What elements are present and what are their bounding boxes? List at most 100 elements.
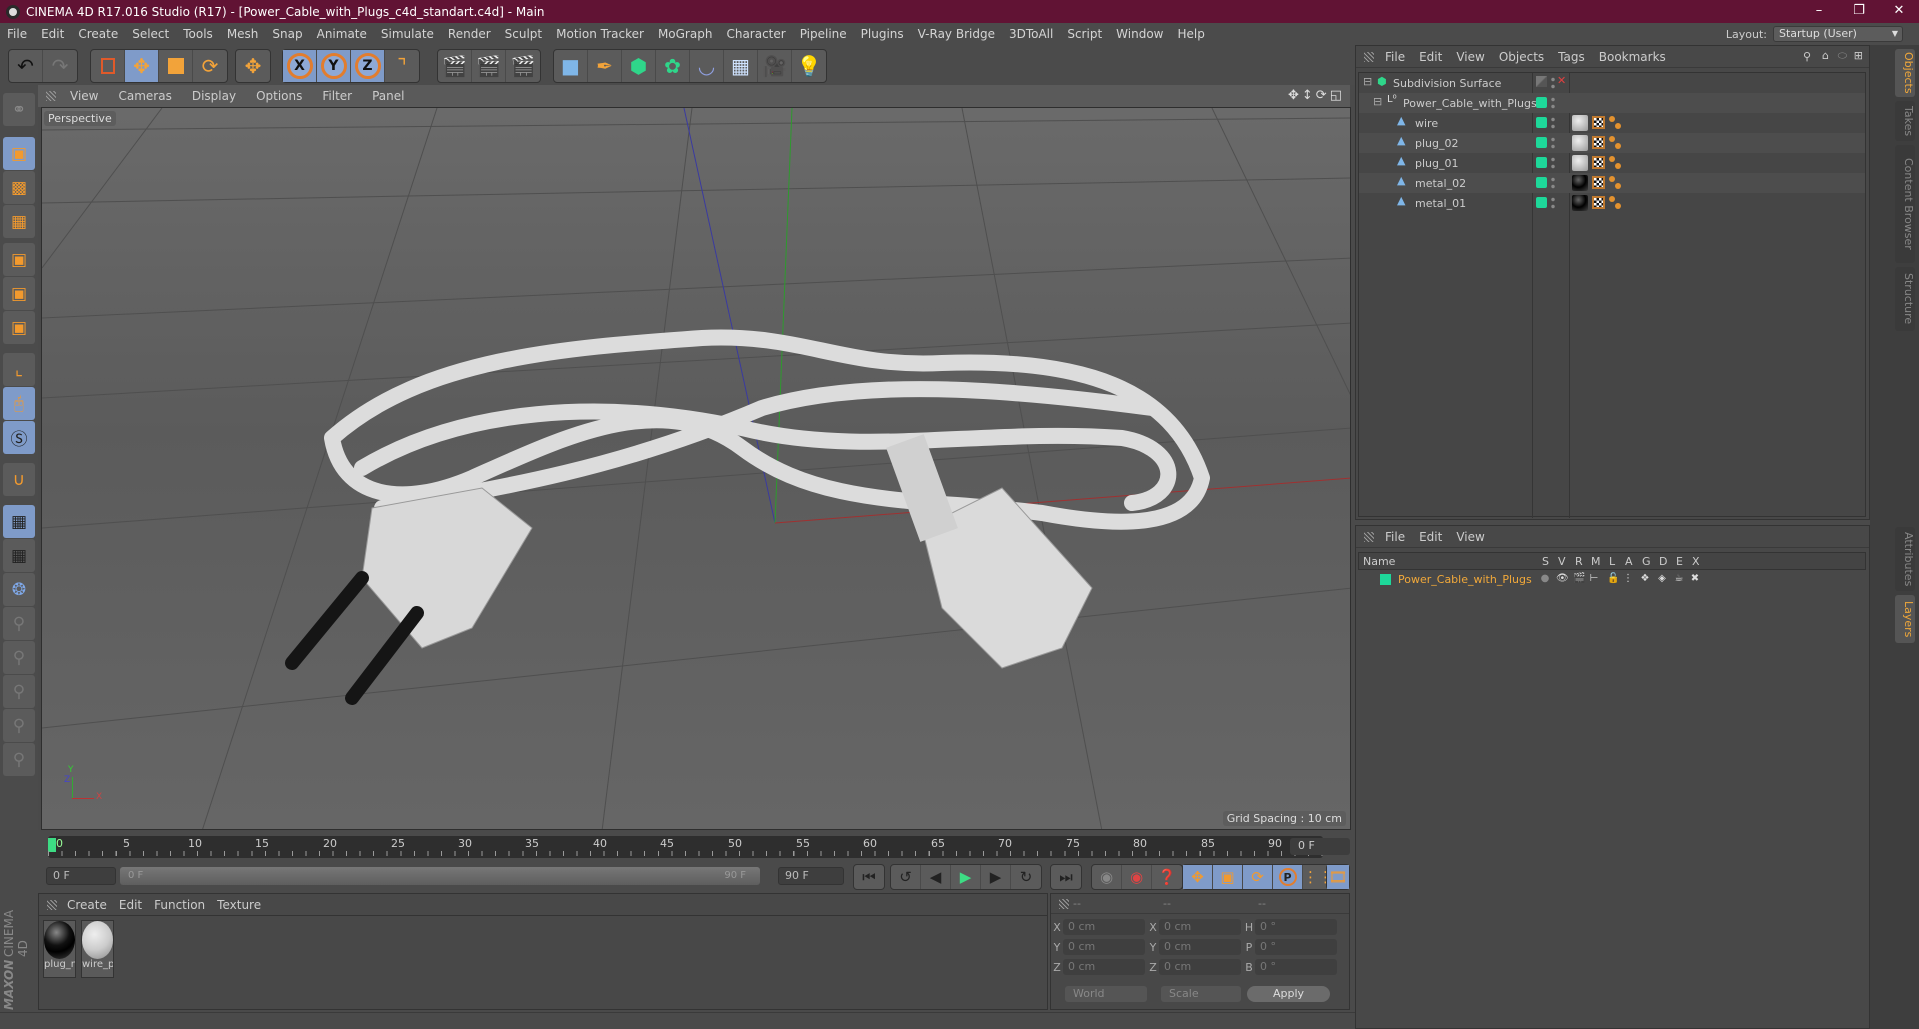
previous-key-icon[interactable]: ↺ [891,865,921,889]
restore-icon[interactable]: ❐ [1839,0,1879,23]
grip-icon[interactable] [1059,898,1069,909]
column-generators[interactable]: G [1642,555,1651,568]
selection-tag-icon[interactable] [1609,175,1623,191]
layers-menu-file[interactable]: File [1378,530,1412,544]
solo-dot-icon[interactable]: ● [1540,573,1550,585]
close-icon[interactable]: ✕ [1879,0,1919,23]
viewport-menu-display[interactable]: Display [182,89,246,103]
material-tag-icon[interactable] [1572,135,1588,151]
tab-objects[interactable]: Objects [1895,49,1915,97]
render-settings-icon[interactable]: 🎬 [506,50,540,82]
column-xref[interactable]: X [1692,555,1700,568]
render-visibility-dots[interactable] [1551,176,1555,190]
solo-icon[interactable]: Ⓢ [3,421,35,454]
orbit-icon[interactable]: ⟳ [1316,88,1327,103]
layer-color-swatch[interactable] [1536,197,1547,208]
current-frame-field[interactable]: 0 F [1290,838,1350,855]
layer-color-swatch[interactable] [1536,157,1547,168]
layers-menu-view[interactable]: View [1449,530,1491,544]
workplane-align-icon[interactable]: ▦ [3,539,35,572]
render-visibility-dots[interactable] [1551,76,1555,90]
tab-structure[interactable]: Structure [1895,267,1915,331]
selection-tag-icon[interactable] [1609,195,1623,211]
objects-menu-view[interactable]: View [1449,50,1491,64]
material-menu-edit[interactable]: Edit [113,898,148,912]
menu-snap[interactable]: Snap [265,27,309,41]
viewport-menu-panel[interactable]: Panel [362,89,414,103]
menu-mesh[interactable]: Mesh [220,27,266,41]
column-view[interactable]: V [1558,555,1566,568]
script-1-icon[interactable]: ⚲ [3,607,35,640]
script-brush-icon[interactable]: ⚲ [3,743,35,776]
column-solo[interactable]: S [1542,555,1549,568]
expressions-icon[interactable]: ☕ [1674,573,1684,585]
menu-mograph[interactable]: MoGraph [651,27,720,41]
previous-frame-icon[interactable]: ◀ [921,865,951,889]
layer-color-swatch[interactable] [1536,177,1547,188]
redo-icon[interactable]: ↷ [43,50,77,82]
layer-color-swatch[interactable] [1536,117,1547,128]
param-key-icon[interactable]: P [1273,865,1303,889]
collapse-icon[interactable]: ⊟ [1373,95,1382,108]
lock-icon[interactable]: 🔓 [1607,573,1619,585]
edges-mode-icon[interactable]: ▣ [3,277,35,310]
viewport-menu-filter[interactable]: Filter [312,89,362,103]
cube-icon[interactable]: ■ [554,50,588,82]
timeline-icon[interactable]: 🎞 [1327,865,1349,889]
grip-icon[interactable] [46,91,56,101]
menu-file[interactable]: File [0,27,34,41]
coordinate-space-dropdown[interactable]: World [1065,986,1147,1002]
dolly-icon[interactable]: ↕ [1302,88,1313,103]
uvw-tag-icon[interactable] [1592,176,1605,189]
menu-script[interactable]: Script [1060,27,1109,41]
rot-h-field[interactable]: 0 ° [1255,919,1337,935]
material-menu-texture[interactable]: Texture [211,898,267,912]
3d-viewport[interactable]: Perspective Grid Spacing : 10 cm Y Z X [41,107,1351,830]
material-swatch[interactable]: wire_pla [81,920,114,978]
editor-visibility-icon[interactable] [1536,76,1547,87]
tab-attributes[interactable]: Attributes [1895,527,1915,591]
new-panel-icon[interactable]: ⊞ [1854,49,1863,62]
menu-character[interactable]: Character [719,27,792,41]
render-visibility-dots[interactable] [1551,156,1555,170]
menu-sculpt[interactable]: Sculpt [498,27,549,41]
layout-dropdown[interactable]: Startup (User) ▼ [1773,26,1903,42]
polygons-mode-icon[interactable]: ▣ [3,311,35,344]
viewport-menu-options[interactable]: Options [246,89,312,103]
tab-content-browser[interactable]: Content Browser [1895,145,1915,263]
uvw-tag-icon[interactable] [1592,116,1605,129]
layer-row[interactable]: Power_Cable_with_Plugs ● 👁 🎬 ⊢ 🔓 ⋮ ❖ ◈ ☕… [1358,571,1866,589]
object-row[interactable]: ⊟ L⁰ Power_Cable_with_Plugs [1359,93,1865,113]
view-eye-icon[interactable]: 👁 [1556,573,1569,585]
column-expressions[interactable]: E [1676,555,1683,568]
render-visibility-dots[interactable] [1551,136,1555,150]
layer-color-swatch[interactable] [1536,137,1547,148]
camera-icon[interactable]: 🎥 [758,50,792,82]
go-to-start-icon[interactable]: ⏮ [854,865,884,889]
live-selection-icon[interactable] [91,50,125,82]
playhead[interactable] [48,838,56,852]
frame-range-slider[interactable]: 0 F 90 F [120,867,760,885]
model-mode-icon[interactable]: ▣ [3,137,35,170]
pos-y-field[interactable]: 0 cm [1063,939,1145,955]
menu-select[interactable]: Select [125,27,176,41]
material-tag-icon[interactable] [1572,195,1588,211]
grip-icon[interactable] [1364,531,1374,542]
menu-animate[interactable]: Animate [310,27,374,41]
points-mode-icon[interactable]: ▣ [3,243,35,276]
tweak-mode-icon[interactable]: 🖰 [3,387,35,420]
layer-color-swatch[interactable] [1536,97,1547,108]
cloner-icon[interactable]: ✿ [656,50,690,82]
material-menu-function[interactable]: Function [148,898,211,912]
render-visibility-dots[interactable] [1551,196,1555,210]
objects-menu-file[interactable]: File [1378,50,1412,64]
column-locked[interactable]: L [1609,555,1615,568]
selection-tag-icon[interactable] [1609,135,1623,151]
render-visibility-dots[interactable] [1551,96,1555,110]
camera-label[interactable]: Perspective [44,111,116,126]
size-y-field[interactable]: 0 cm [1159,939,1241,955]
transform-mode-dropdown[interactable]: Scale [1161,986,1241,1002]
uvw-tag-icon[interactable] [1592,196,1605,209]
minimize-icon[interactable]: – [1799,0,1839,23]
scale-key-icon[interactable]: ▣ [1213,865,1243,889]
